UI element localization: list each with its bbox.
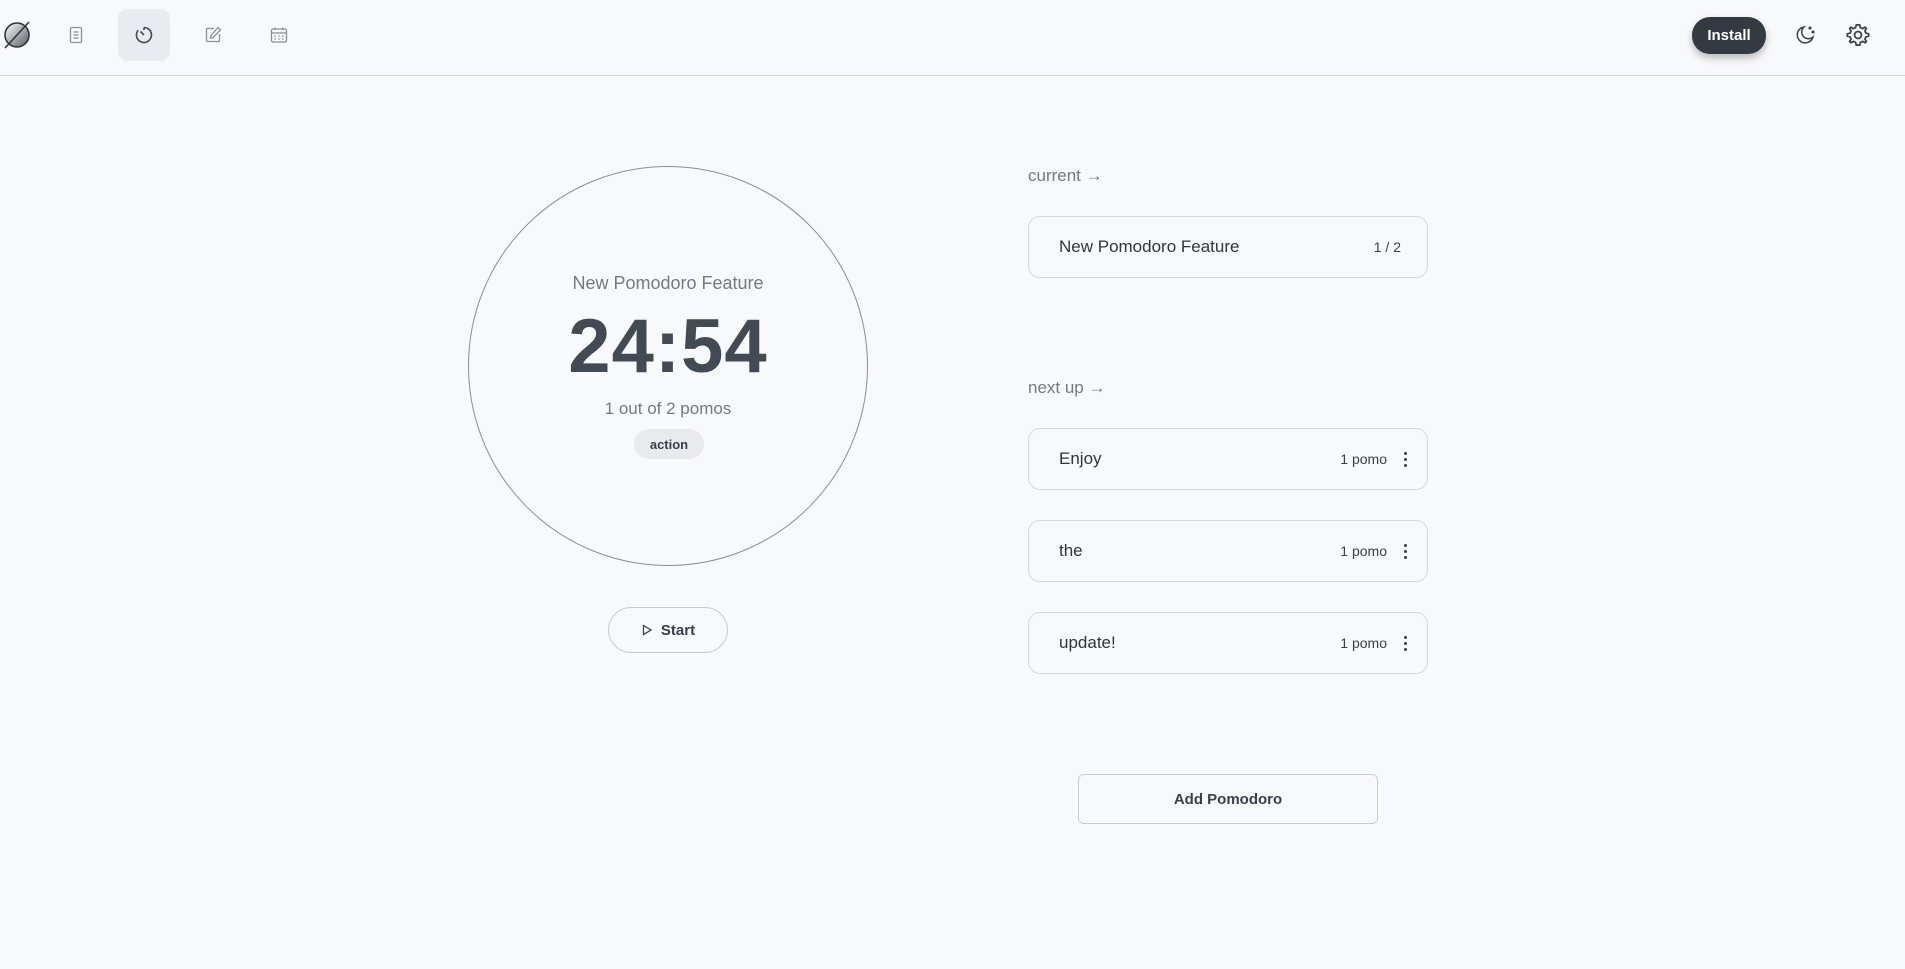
app-logo-icon[interactable] [2,20,32,50]
more-options-icon[interactable] [1401,632,1409,654]
next-up-section-label: next up → [1028,378,1106,397]
next-up-item-pomos: 1 pomo [1340,635,1387,651]
nav-editor-button[interactable] [187,9,239,61]
more-options-icon[interactable] [1401,540,1409,562]
calendar-icon [270,27,288,43]
start-button-label: Start [660,621,696,639]
settings-button[interactable] [1844,21,1872,49]
next-up-item-pomos: 1 pomo [1340,451,1387,467]
current-section-label: current → [1028,166,1103,185]
nav-pomodoro-button[interactable] [118,9,170,61]
timer-progress-text: 1 out of 2 pomos [604,399,732,418]
nav-notes-button[interactable] [50,9,102,61]
moon-icon [1796,25,1815,44]
timer-icon [135,26,153,44]
add-pomodoro-button[interactable]: Add Pomodoro [1078,774,1378,824]
next-up-item-title: update! [1059,633,1116,652]
gear-icon [1846,23,1870,46]
top-bar: Install [0,0,1905,76]
start-button[interactable]: Start [608,607,728,653]
play-icon [642,624,653,636]
current-task-title: New Pomodoro Feature [1059,237,1240,256]
next-up-item-title: the [1059,541,1083,560]
install-button[interactable]: Install [1692,17,1766,54]
timer-circle: New Pomodoro Feature 24:54 1 out of 2 po… [468,166,868,566]
next-up-item-title: Enjoy [1059,449,1102,468]
timer-task-name: New Pomodoro Feature [572,273,764,293]
task-tag-badge: action [634,429,704,459]
next-up-item[interactable]: the 1 pomo [1028,520,1428,582]
more-options-icon[interactable] [1401,448,1409,470]
next-up-item-pomos: 1 pomo [1340,543,1387,559]
timer-countdown: 24:54 [568,304,768,389]
next-up-item[interactable]: update! 1 pomo [1028,612,1428,674]
theme-toggle-button[interactable] [1791,21,1819,49]
nav-calendar-button[interactable] [253,9,305,61]
document-icon [69,26,83,44]
next-up-item[interactable]: Enjoy 1 pomo [1028,428,1428,490]
current-task-card[interactable]: New Pomodoro Feature 1 / 2 [1028,216,1428,278]
current-task-count: 1 / 2 [1373,239,1401,255]
edit-icon [205,26,222,43]
